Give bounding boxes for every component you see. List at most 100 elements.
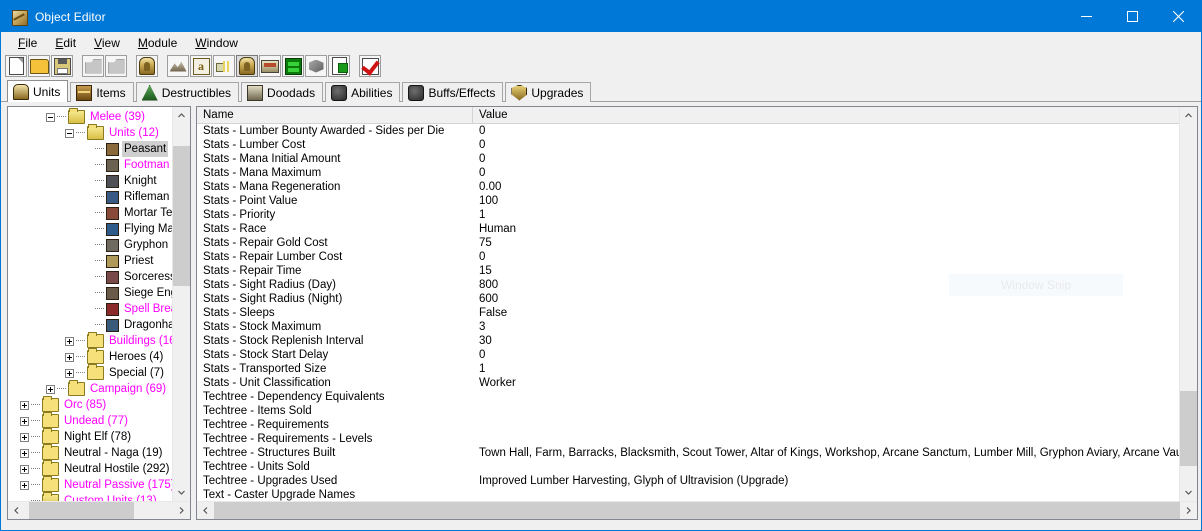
property-value[interactable]: Town Hall, Farm, Barracks, Blacksmith, S… [473, 447, 1179, 459]
table-row[interactable]: Stats - Repair Time 15 [197, 264, 1179, 278]
table-row[interactable]: Techtree - Dependency Equivalents [197, 390, 1179, 404]
table-row[interactable]: Text - Caster Upgrade Names [197, 488, 1179, 501]
scroll-left-icon[interactable] [8, 502, 25, 519]
tree-scroll-thumb[interactable] [173, 146, 190, 286]
property-value[interactable]: 0.00 [473, 181, 1179, 193]
minimize-icon[interactable] [1063, 1, 1109, 32]
table-row[interactable]: Stats - Point Value 100 [197, 194, 1179, 208]
expand-plus-icon[interactable] [63, 333, 76, 349]
campaign-editor-icon[interactable] [259, 55, 281, 77]
table-row[interactable]: Stats - Stock Maximum 3 [197, 320, 1179, 334]
table-row[interactable]: Techtree - Structures Built Town Hall, Fa… [197, 446, 1179, 460]
tab-destructibles[interactable]: Destructibles [135, 82, 240, 102]
property-value[interactable]: 3 [473, 321, 1179, 333]
property-value[interactable]: 0 [473, 153, 1179, 165]
object-editor-icon[interactable] [236, 55, 258, 77]
tab-buffs-effects[interactable]: Buffs/Effects [402, 82, 504, 102]
expand-plus-icon[interactable] [18, 477, 31, 493]
tree-item[interactable]: Heroes (4) [8, 348, 172, 365]
tree-item[interactable]: Buildings (16) [8, 332, 172, 349]
tree-item[interactable]: Special (7) [8, 364, 172, 381]
property-value[interactable]: 75 [473, 237, 1179, 249]
table-row[interactable]: Stats - Transported Size 1 [197, 362, 1179, 376]
tree-item[interactable]: Neutral Hostile (292) [8, 460, 172, 477]
tree-horizontal-scrollbar[interactable] [8, 501, 190, 519]
table-row[interactable]: Techtree - Upgrades Used Improved Lumber … [197, 474, 1179, 488]
tab-abilities[interactable]: Abilities [325, 82, 401, 102]
tree-item[interactable]: Sorceress [8, 269, 172, 285]
tree-vertical-scrollbar[interactable] [172, 107, 190, 501]
property-value[interactable]: Improved Lumber Harvesting, Glyph of Ult… [473, 475, 1179, 487]
tree-item[interactable]: Campaign (69) [8, 380, 172, 397]
property-value[interactable]: 0 [473, 349, 1179, 361]
table-row[interactable]: Stats - Priority 1 [197, 208, 1179, 222]
tree-item[interactable]: Units (12) [8, 124, 172, 141]
table-row[interactable]: Stats - Mana Regeneration 0.00 [197, 180, 1179, 194]
ai-editor-icon[interactable] [282, 55, 304, 77]
property-rows[interactable]: Stats - Lumber Bounty Awarded - Sides pe… [197, 124, 1179, 501]
property-value[interactable]: Worker [473, 377, 1179, 389]
tree-item[interactable]: Neutral - Naga (19) [8, 444, 172, 461]
property-value[interactable]: 1 [473, 363, 1179, 375]
tree-item[interactable]: Spell Breaker [8, 301, 172, 317]
tree-item[interactable]: Melee (39) [8, 108, 172, 125]
menu-view[interactable]: View [85, 34, 129, 52]
table-row[interactable]: Stats - Lumber Cost 0 [197, 138, 1179, 152]
table-row[interactable]: Stats - Repair Gold Cost 75 [197, 236, 1179, 250]
expand-plus-icon[interactable] [44, 381, 57, 397]
property-value[interactable]: 1 [473, 209, 1179, 221]
tab-upgrades[interactable]: Upgrades [505, 82, 592, 102]
tree-item[interactable]: Flying Machine [8, 221, 172, 237]
tree-item[interactable]: Priest [8, 253, 172, 269]
table-row[interactable]: Stats - Repair Lumber Cost 0 [197, 250, 1179, 264]
table-row[interactable]: Techtree - Requirements [197, 418, 1179, 432]
property-value[interactable]: 0 [473, 167, 1179, 179]
sound-editor-icon[interactable] [213, 55, 235, 77]
scroll-right-icon[interactable] [173, 502, 190, 519]
list-vertical-scrollbar[interactable] [1179, 107, 1197, 501]
table-row[interactable]: Techtree - Units Sold [197, 460, 1179, 474]
scroll-up-icon[interactable] [1180, 107, 1197, 124]
tree-scroll-track[interactable] [173, 124, 190, 484]
expand-plus-icon[interactable] [18, 429, 31, 445]
list-horizontal-scrollbar[interactable] [197, 501, 1197, 519]
tree-item[interactable]: Rifleman [8, 189, 172, 205]
property-value[interactable]: 800 [473, 279, 1179, 291]
tree-item[interactable]: Mortar Team [8, 205, 172, 221]
column-header-value[interactable]: Value [473, 107, 1179, 123]
table-row[interactable]: Stats - Stock Start Delay 0 [197, 348, 1179, 362]
tree-hscroll-track[interactable] [25, 502, 173, 519]
tree-item[interactable]: Siege Engine [8, 285, 172, 301]
menu-file[interactable]: File [9, 34, 46, 52]
collapse-minus-icon[interactable] [44, 109, 57, 125]
expand-plus-icon[interactable] [18, 461, 31, 477]
scroll-down-icon[interactable] [173, 484, 190, 501]
property-value[interactable]: 0 [473, 139, 1179, 151]
close-icon[interactable] [1155, 1, 1201, 32]
tree-hscroll-thumb[interactable] [29, 502, 134, 519]
list-hscroll-thumb[interactable] [214, 502, 1180, 519]
object-manager-icon[interactable] [305, 55, 327, 77]
import-manager-icon[interactable] [328, 55, 350, 77]
tree-item[interactable]: Undead (77) [8, 412, 172, 429]
text-trigger-icon[interactable]: a [190, 55, 212, 77]
menu-window[interactable]: Window [186, 34, 247, 52]
tab-doodads[interactable]: Doodads [241, 82, 324, 102]
scroll-right-icon[interactable] [1180, 502, 1197, 519]
table-row[interactable]: Stats - Race Human [197, 222, 1179, 236]
table-row[interactable]: Stats - Sleeps False [197, 306, 1179, 320]
object-tree[interactable]: Melee (39) Units (12) Peasant Footman Knight… [8, 107, 172, 501]
expand-plus-icon[interactable] [18, 413, 31, 429]
table-row[interactable]: Stats - Stock Replenish Interval 30 [197, 334, 1179, 348]
table-row[interactable]: Stats - Mana Initial Amount 0 [197, 152, 1179, 166]
property-value[interactable]: 0 [473, 125, 1179, 137]
table-row[interactable]: Stats - Mana Maximum 0 [197, 166, 1179, 180]
tab-units[interactable]: Units [7, 80, 69, 102]
scroll-down-icon[interactable] [1180, 484, 1197, 501]
scroll-left-icon[interactable] [197, 502, 214, 519]
table-row[interactable]: Techtree - Items Sold [197, 404, 1179, 418]
test-map-icon[interactable] [359, 55, 381, 77]
tree-item[interactable]: Orc (85) [8, 396, 172, 413]
tree-item[interactable]: Dragonhawk Rider [8, 317, 172, 333]
table-row[interactable]: Stats - Sight Radius (Night) 600 [197, 292, 1179, 306]
